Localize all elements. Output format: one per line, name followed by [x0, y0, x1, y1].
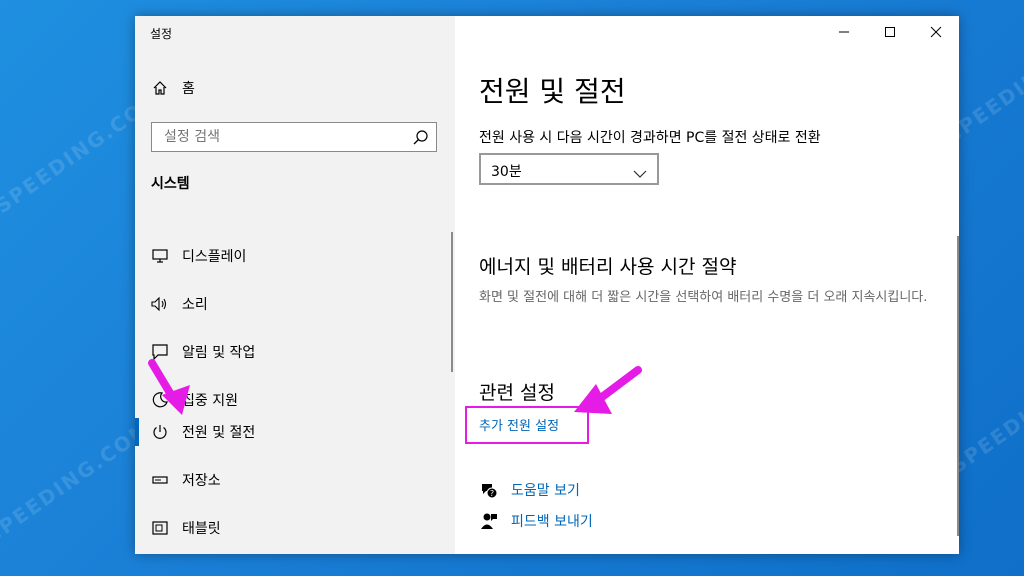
svg-text:?: ?	[490, 489, 494, 498]
content-pane: 전원 및 절전 전원 사용 시 다음 시간이 경과하면 PC를 절전 상태로 전…	[455, 16, 959, 554]
sidebar-item-label: 소리	[182, 297, 208, 313]
feedback-row[interactable]: 피드백 보내기	[479, 511, 593, 531]
sidebar-item-display[interactable]: 디스플레이	[135, 236, 455, 276]
annotation-arrow-sidebar	[148, 359, 190, 415]
get-help-row[interactable]: ? 도움말 보기	[479, 480, 580, 500]
sidebar-item-tablet[interactable]: 태블릿	[135, 508, 455, 548]
sidebar-item-sound[interactable]: 소리	[135, 284, 455, 324]
search-icon[interactable]	[412, 129, 430, 147]
additional-power-settings-link[interactable]: 추가 전원 설정	[479, 415, 559, 434]
watermark-text: SPEEDING.COM	[0, 415, 156, 549]
section-heading: 시스템	[151, 176, 190, 192]
power-icon	[150, 422, 170, 442]
sidebar-item-label: 디스플레이	[182, 249, 247, 265]
monitor-icon	[150, 246, 170, 266]
home-label: 홈	[182, 81, 195, 97]
page-title: 전원 및 절전	[479, 75, 626, 108]
app-title: 설정	[150, 27, 173, 41]
settings-window: 설정 홈 시스템 디스플레이 소리	[135, 16, 959, 554]
sidebar-item-home[interactable]: 홈	[135, 68, 455, 108]
search-box[interactable]	[151, 122, 437, 152]
close-button[interactable]	[913, 16, 959, 48]
minimize-icon	[839, 31, 849, 33]
sidebar-scrollbar[interactable]	[451, 232, 453, 372]
related-settings-heading: 관련 설정	[479, 382, 555, 404]
annotation-arrow-link	[574, 366, 642, 414]
content-scrollbar[interactable]	[957, 236, 959, 536]
sidebar-item-label: 전원 및 절전	[182, 425, 256, 441]
chevron-down-icon	[633, 164, 647, 183]
sleep-setting-label: 전원 사용 시 다음 시간이 경과하면 PC를 절전 상태로 전환	[479, 130, 821, 146]
home-icon	[150, 78, 170, 98]
maximize-button[interactable]	[867, 16, 913, 48]
minimize-button[interactable]	[821, 16, 867, 48]
search-input[interactable]	[162, 128, 406, 146]
get-help-link[interactable]: 도움말 보기	[511, 480, 580, 500]
sidebar-item-storage[interactable]: 저장소	[135, 460, 455, 500]
feedback-icon	[479, 511, 499, 531]
sidebar-item-label: 저장소	[182, 473, 221, 489]
battery-description: 화면 및 절전에 대해 더 짧은 시간을 선택하여 배터리 수명을 더 오래 지…	[479, 290, 928, 305]
dropdown-value: 30분	[491, 164, 522, 180]
feedback-link[interactable]: 피드백 보내기	[511, 511, 593, 531]
help-icon: ?	[479, 480, 499, 500]
tablet-icon	[150, 518, 170, 538]
storage-icon	[150, 470, 170, 490]
battery-heading: 에너지 및 배터리 사용 시간 절약	[479, 256, 737, 278]
sidebar: 설정 홈 시스템 디스플레이 소리	[135, 16, 455, 554]
speaker-icon	[150, 294, 170, 314]
sidebar-item-label: 태블릿	[182, 521, 221, 537]
close-icon	[930, 26, 942, 38]
maximize-icon	[885, 27, 895, 37]
sleep-timeout-dropdown[interactable]: 30분	[479, 153, 659, 185]
